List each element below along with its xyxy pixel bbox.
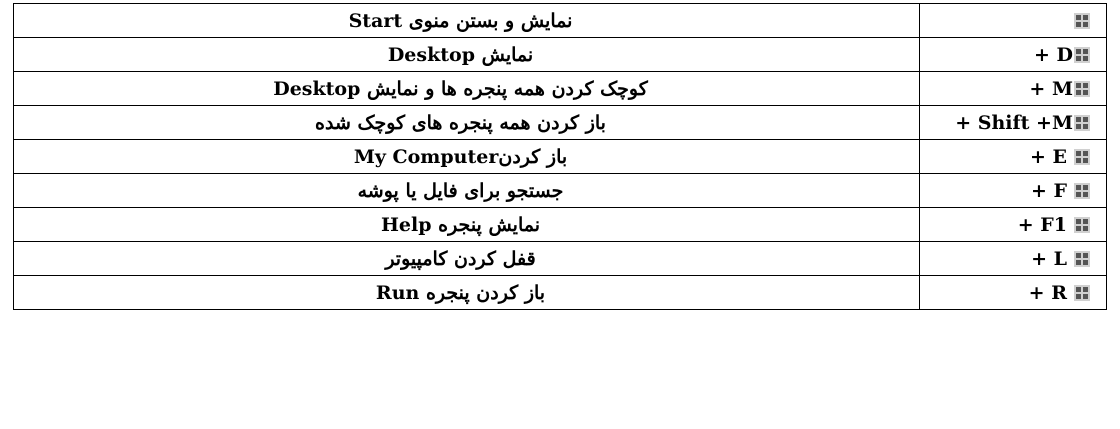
table-row: نمایش پنجره Help + F1: [13, 207, 1107, 242]
shortcut-keys: + F1: [1017, 213, 1067, 236]
shortcut-keys: + M: [1029, 77, 1073, 100]
description-cell: نمایش پنجره Help: [13, 207, 920, 242]
shortcuts-table: نمایش و بستن منوی Start نمایش Desktop + …: [13, 3, 1107, 310]
shortcut-description: قفل کردن کامپیوتر: [385, 247, 536, 270]
keys-cell: + D: [919, 37, 1107, 72]
windows-logo-icon: [1074, 250, 1090, 267]
shortcut-description: نمایش و بستن منوی Start: [348, 9, 573, 32]
description-cell: نمایش و بستن منوی Start: [13, 3, 920, 38]
table-row: باز کردنMy Computer + E: [13, 139, 1107, 174]
keys-cell: [919, 3, 1107, 38]
keys-cell: + F1: [919, 207, 1107, 242]
windows-logo-icon: [1074, 284, 1090, 301]
windows-logo-icon: [1074, 12, 1090, 29]
shortcut-keys: + D: [1033, 43, 1073, 66]
shortcut-keys: + E: [1029, 145, 1067, 168]
shortcut-keys: + R: [1028, 281, 1067, 304]
windows-logo-icon: [1074, 216, 1090, 233]
keys-cell: + F: [919, 173, 1107, 208]
shortcut-description: باز کردنMy Computer: [353, 145, 568, 168]
shortcut-description: نمایش پنجره Help: [380, 213, 541, 236]
shortcut-description: نمایش Desktop: [387, 43, 534, 66]
windows-logo-icon: [1074, 80, 1090, 97]
shortcut-description: باز کردن پنجره Run: [375, 281, 546, 304]
keys-cell: + Shift +M: [919, 105, 1107, 140]
keys-cell: + L: [919, 241, 1107, 276]
table-row: جستجو برای فایل یا پوشه + F: [13, 173, 1107, 208]
shortcut-description: کوچک کردن همه پنجره ها و نمایش Desktop: [273, 77, 648, 100]
table-row: کوچک کردن همه پنجره ها و نمایش Desktop +…: [13, 71, 1107, 106]
shortcut-description: جستجو برای فایل یا پوشه: [357, 179, 564, 202]
shortcuts-table-body: نمایش و بستن منوی Start نمایش Desktop + …: [13, 3, 1107, 310]
shortcut-keys: + L: [1031, 247, 1067, 270]
table-row: باز کردن همه پنجره های کوچک شده + Shift …: [13, 105, 1107, 140]
description-cell: نمایش Desktop: [13, 37, 920, 72]
keys-cell: + R: [919, 275, 1107, 310]
windows-logo-icon: [1074, 46, 1090, 63]
description-cell: باز کردن همه پنجره های کوچک شده: [13, 105, 920, 140]
shortcut-keys: + F: [1030, 179, 1067, 202]
table-row: قفل کردن کامپیوتر + L: [13, 241, 1107, 276]
description-cell: کوچک کردن همه پنجره ها و نمایش Desktop: [13, 71, 920, 106]
windows-logo-icon: [1074, 182, 1090, 199]
description-cell: باز کردنMy Computer: [13, 139, 920, 174]
keys-cell: + M: [919, 71, 1107, 106]
windows-logo-icon: [1074, 114, 1090, 131]
table-row: نمایش و بستن منوی Start: [13, 3, 1107, 38]
description-cell: باز کردن پنجره Run: [13, 275, 920, 310]
description-cell: جستجو برای فایل یا پوشه: [13, 173, 920, 208]
description-cell: قفل کردن کامپیوتر: [13, 241, 920, 276]
windows-logo-icon: [1074, 148, 1090, 165]
table-row: نمایش Desktop + D: [13, 37, 1107, 72]
shortcut-description: باز کردن همه پنجره های کوچک شده: [315, 111, 606, 134]
keys-cell: + E: [919, 139, 1107, 174]
table-row: باز کردن پنجره Run + R: [13, 275, 1107, 310]
shortcut-keys: + Shift +M: [955, 111, 1073, 134]
